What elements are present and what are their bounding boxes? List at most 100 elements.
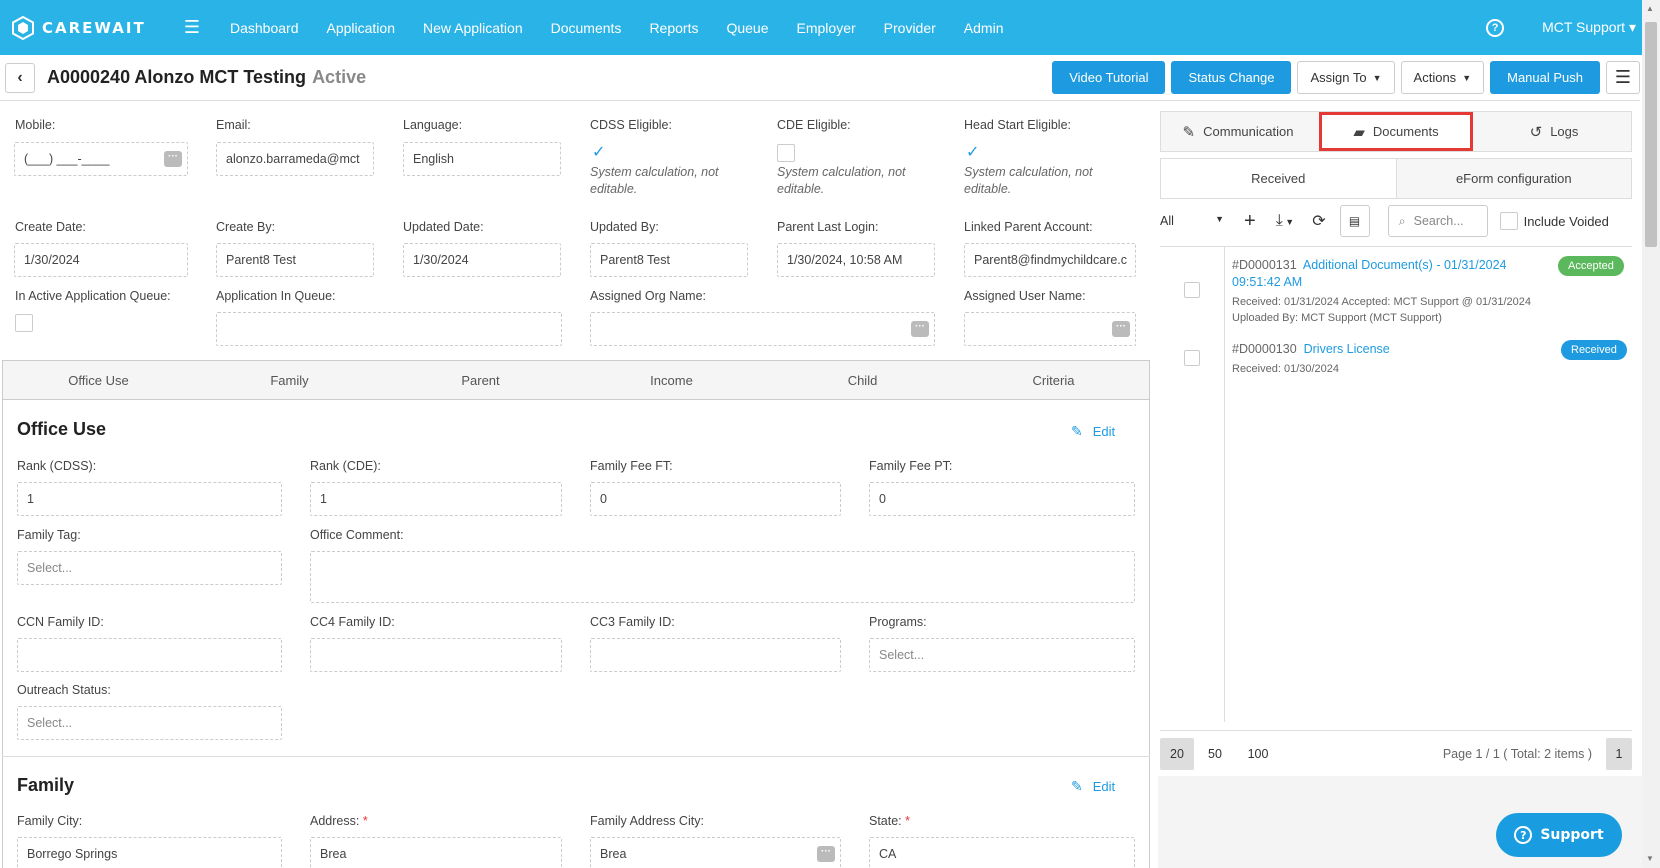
programs-label: Programs:: [869, 615, 927, 629]
more-menu-icon[interactable]: ☰: [1606, 61, 1640, 94]
help-icon[interactable]: ?: [1486, 18, 1505, 37]
assigned-org-input[interactable]: ···: [590, 312, 935, 346]
family-fee-ft-input[interactable]: 0: [590, 482, 841, 516]
create-by-input[interactable]: Parent8 Test: [216, 243, 374, 277]
linked-parent-input[interactable]: Parent8@findmychildcare.c: [964, 243, 1136, 277]
state-input[interactable]: CA: [869, 837, 1135, 868]
state-label-text: State:: [869, 814, 902, 828]
page-number-button[interactable]: 1: [1606, 737, 1632, 770]
nav-right: ? MCT Support ▾: [1486, 0, 1636, 55]
nav-employer[interactable]: Employer: [797, 20, 856, 36]
office-use-edit-link[interactable]: ✎ Edit: [1071, 423, 1115, 440]
include-voided-checkbox[interactable]: [1499, 212, 1518, 230]
page-size-20[interactable]: 20: [1160, 737, 1194, 770]
download-icon[interactable]: ⤓ ▼: [1276, 212, 1295, 230]
family-tag-select[interactable]: Select...: [17, 551, 282, 585]
section-tabs: Office Use Family Parent Income Child Cr…: [2, 360, 1150, 400]
cc3-family-id-input[interactable]: [590, 638, 841, 672]
document-row-checkbox[interactable]: [1184, 350, 1200, 366]
brand-logo[interactable]: CAREWAIT: [10, 15, 170, 41]
manual-push-button[interactable]: Manual Push: [1490, 61, 1600, 94]
include-voided-toggle[interactable]: Include Voided: [1499, 212, 1609, 230]
head-start-label: Head Start Eligible:: [964, 118, 1072, 132]
create-date-input[interactable]: 1/30/2024: [14, 243, 188, 277]
tab-income[interactable]: Income: [576, 361, 767, 399]
family-fee-pt-input[interactable]: 0: [869, 482, 1135, 516]
document-row-checkbox[interactable]: [1184, 282, 1200, 298]
ellipsis-icon[interactable]: ···: [911, 321, 929, 337]
brand-name: CAREWAIT: [42, 18, 146, 37]
updated-date-input[interactable]: 1/30/2024: [403, 243, 561, 277]
document-link[interactable]: Drivers License: [1304, 342, 1390, 356]
nav-admin[interactable]: Admin: [964, 20, 1004, 36]
subtab-received[interactable]: Received: [1161, 159, 1396, 198]
assign-to-button[interactable]: Assign To ▼: [1297, 61, 1395, 94]
refresh-icon[interactable]: ⟳: [1312, 211, 1325, 231]
outreach-status-label: Outreach Status:: [17, 683, 111, 697]
status-change-button[interactable]: Status Change: [1171, 61, 1292, 94]
document-pager: 20 50 100 Page 1 / 1 ( Total: 2 items ) …: [1160, 730, 1632, 776]
ellipsis-icon[interactable]: ···: [1112, 321, 1130, 337]
ellipsis-icon[interactable]: ···: [817, 846, 835, 862]
family-edit-link[interactable]: ✎ Edit: [1071, 778, 1115, 795]
back-button[interactable]: ‹: [5, 62, 35, 93]
document-filter-select[interactable]: All ▼: [1160, 214, 1230, 228]
programs-select[interactable]: Select...: [869, 638, 1135, 672]
family-city-input[interactable]: Borrego Springs: [17, 837, 282, 868]
mobile-input[interactable]: (___) ___-____ ···: [14, 142, 188, 176]
actions-button[interactable]: Actions ▼: [1400, 61, 1485, 94]
ellipsis-icon[interactable]: ···: [164, 151, 182, 167]
scroll-up-icon[interactable]: ▲: [1646, 4, 1654, 13]
rank-cdss-input[interactable]: 1: [17, 482, 282, 516]
nav-provider[interactable]: Provider: [884, 20, 936, 36]
tab-office-use[interactable]: Office Use: [3, 361, 194, 399]
address-input[interactable]: Brea: [310, 837, 562, 868]
tab-logs[interactable]: ↺ Logs: [1477, 112, 1631, 151]
nav-new-application[interactable]: New Application: [423, 20, 523, 36]
app-in-queue-input[interactable]: [216, 312, 562, 346]
sidebar-toggle-icon[interactable]: ☰: [182, 17, 202, 38]
nav-queue[interactable]: Queue: [726, 20, 768, 36]
status-badge-received: Received: [1561, 340, 1627, 360]
cdss-eligible-label: CDSS Eligible:: [590, 118, 672, 132]
parent-last-login-input[interactable]: 1/30/2024, 10:58 AM: [777, 243, 935, 277]
nav-reports[interactable]: Reports: [649, 20, 698, 36]
scroll-thumb[interactable]: [1645, 22, 1657, 247]
help-icon: ?: [1514, 826, 1533, 844]
nav-application[interactable]: Application: [327, 20, 396, 36]
document-type-icon[interactable]: ▤: [1339, 205, 1370, 237]
page-size-100[interactable]: 100: [1236, 738, 1280, 770]
family-address-city-input[interactable]: Brea ···: [590, 837, 841, 868]
subtab-eform-configuration[interactable]: eForm configuration: [1395, 159, 1631, 198]
page-scrollbar[interactable]: ▲ ▼: [1642, 0, 1660, 868]
tab-documents[interactable]: ▰ Documents: [1319, 112, 1473, 151]
tab-parent[interactable]: Parent: [385, 361, 576, 399]
rank-cde-input[interactable]: 1: [310, 482, 562, 516]
ccn-family-id-input[interactable]: [17, 638, 282, 672]
checkmark-icon: ✓: [592, 144, 606, 161]
scroll-down-icon[interactable]: ▼: [1646, 854, 1654, 863]
tab-child[interactable]: Child: [767, 361, 958, 399]
video-tutorial-button[interactable]: Video Tutorial: [1052, 61, 1166, 94]
office-comment-textarea[interactable]: [310, 551, 1135, 603]
document-search-input[interactable]: ⌕ Search...: [1387, 205, 1488, 237]
support-button[interactable]: ? Support: [1496, 813, 1622, 857]
add-icon[interactable]: +: [1244, 210, 1256, 233]
in-active-queue-checkbox[interactable]: [15, 314, 33, 332]
email-input[interactable]: alonzo.barrameda@mct: [216, 142, 374, 176]
outreach-status-select[interactable]: Select...: [17, 706, 282, 740]
page-size-50[interactable]: 50: [1198, 738, 1232, 770]
nav-dashboard[interactable]: Dashboard: [230, 20, 299, 36]
cc4-family-id-input[interactable]: [310, 638, 562, 672]
user-menu[interactable]: MCT Support ▾: [1542, 19, 1636, 36]
nav-documents[interactable]: Documents: [551, 20, 622, 36]
updated-by-input[interactable]: Parent8 Test: [590, 243, 748, 277]
cc4-family-id-label: CC4 Family ID:: [310, 615, 395, 629]
tab-communication[interactable]: ✎ Communication: [1161, 112, 1315, 151]
cdss-note: System calculation, not editable.: [590, 165, 719, 196]
tab-criteria[interactable]: Criteria: [958, 361, 1149, 399]
tab-family[interactable]: Family: [194, 361, 385, 399]
assigned-user-input[interactable]: ···: [964, 312, 1136, 346]
family-title: Family: [17, 775, 75, 795]
language-input[interactable]: English: [403, 142, 561, 176]
